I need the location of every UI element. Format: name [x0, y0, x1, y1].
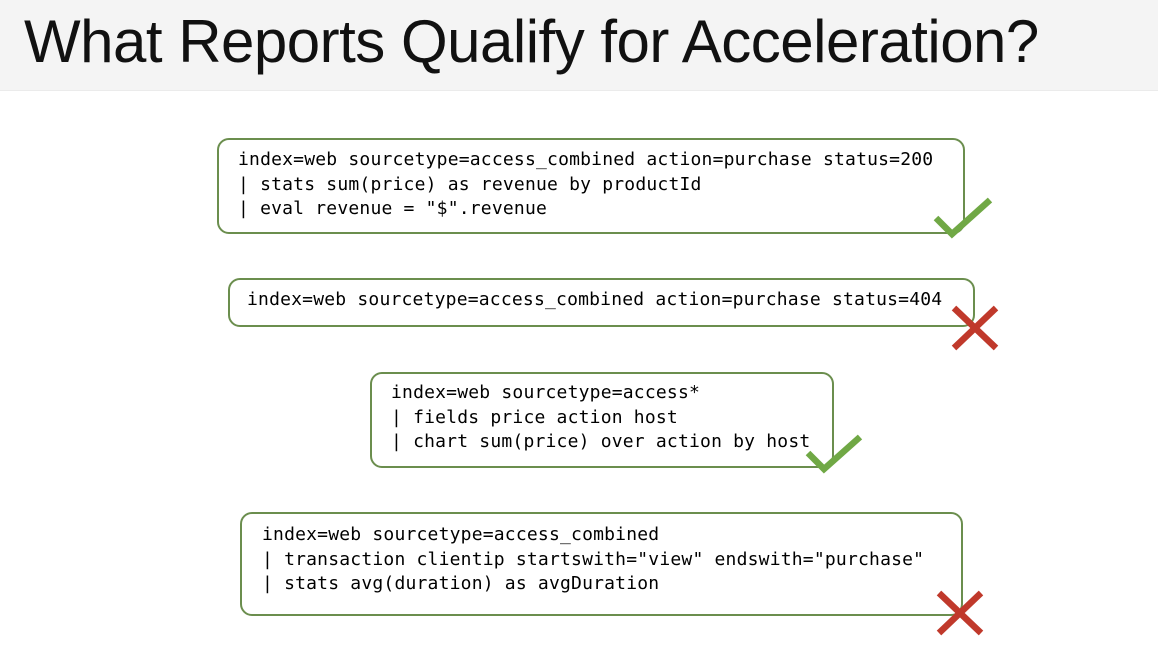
query-line: | eval revenue = "$".revenue	[238, 198, 548, 219]
query-box-4: index=web sourcetype=access_combined | t…	[240, 512, 963, 616]
slide: What Reports Qualify for Acceleration? i…	[0, 0, 1158, 664]
query-line: | transaction clientip startswith="view"…	[262, 548, 925, 570]
query-line: | stats avg(duration) as avgDuration	[262, 573, 660, 594]
query-line: | chart sum(price) over action by host	[391, 431, 811, 452]
query-line: | fields price action host	[391, 406, 678, 428]
query-line: index=web sourcetype=access_combined act…	[247, 289, 943, 310]
check-icon	[805, 434, 863, 474]
cross-icon	[936, 590, 984, 636]
query-line: index=web sourcetype=access_combined act…	[238, 149, 934, 170]
query-box-1: index=web sourcetype=access_combined act…	[217, 138, 965, 234]
slide-title: What Reports Qualify for Acceleration?	[24, 8, 1039, 75]
query-box-3: index=web sourcetype=access* | fields pr…	[370, 372, 834, 468]
query-box-2: index=web sourcetype=access_combined act…	[228, 278, 975, 327]
query-line: | stats sum(price) as revenue by product…	[238, 173, 702, 195]
cross-icon	[951, 305, 999, 351]
title-bar: What Reports Qualify for Acceleration?	[0, 0, 1158, 91]
check-icon	[933, 197, 993, 239]
query-line: index=web sourcetype=access*	[391, 382, 701, 403]
query-line: index=web sourcetype=access_combined	[262, 524, 660, 545]
